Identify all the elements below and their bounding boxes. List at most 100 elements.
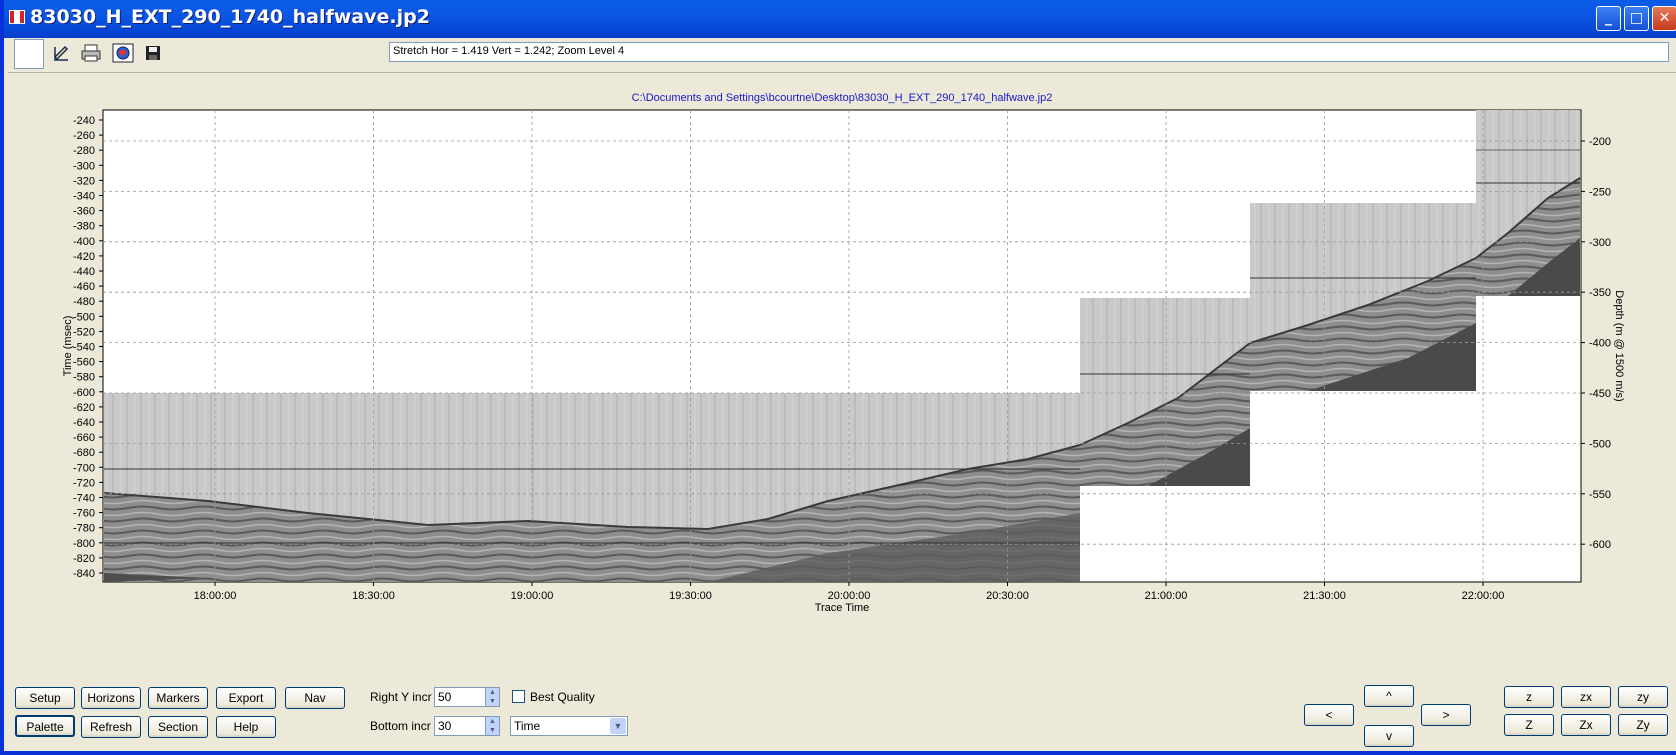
right-axis-label: Depth (m @ 1500 m/s) bbox=[1613, 290, 1625, 401]
nav-button[interactable]: Nav bbox=[285, 687, 345, 709]
plot-panel: C:\Documents and Settings\bcourtne\Deskt… bbox=[8, 72, 1676, 680]
refresh-button[interactable]: Refresh bbox=[81, 716, 141, 738]
right-tick-label: -450 bbox=[1589, 388, 1611, 400]
right-tick-label: -250 bbox=[1589, 186, 1611, 198]
left-tick-label: -740 bbox=[73, 493, 95, 505]
bottom-incr-input[interactable]: 30 ▲ ▼ bbox=[434, 716, 500, 736]
zoom-status-field: Stretch Hor = 1.419 Vert = 1.242; Zoom L… bbox=[389, 42, 1669, 62]
bottom-incr-value: 30 bbox=[438, 719, 452, 733]
axis-mode-select[interactable]: Time ▼ bbox=[510, 716, 628, 736]
left-tick-label: -260 bbox=[73, 130, 95, 142]
left-tick-label: -440 bbox=[73, 266, 95, 278]
left-tick-label: -620 bbox=[73, 402, 95, 414]
left-tick-label: -340 bbox=[73, 191, 95, 203]
left-tick-label: -280 bbox=[73, 145, 95, 157]
left-tick-label: -360 bbox=[73, 206, 95, 218]
left-axis-label: Time (msec) bbox=[62, 316, 74, 377]
bottom-tick-label: 20:00:00 bbox=[828, 590, 871, 602]
bottom-axis-label: Trace Time bbox=[815, 602, 870, 614]
title-bar[interactable]: 83030_H_EXT_290_1740_halfwave.jp2 _ □ ✕ bbox=[4, 0, 1676, 38]
left-tick-label: -580 bbox=[73, 372, 95, 384]
chevron-down-icon[interactable]: ▼ bbox=[610, 718, 626, 734]
left-tick-label: -540 bbox=[73, 342, 95, 354]
right-y-incr-label: Right Y incr bbox=[370, 690, 432, 704]
left-tick-label: -760 bbox=[73, 508, 95, 520]
left-tick-label: -320 bbox=[73, 175, 95, 187]
nav-right-button[interactable]: > bbox=[1421, 704, 1471, 726]
left-tick-label: -820 bbox=[73, 553, 95, 565]
left-tick-label: -800 bbox=[73, 538, 95, 550]
section-button[interactable]: Section bbox=[148, 716, 208, 738]
left-tick-label: -840 bbox=[73, 568, 95, 580]
left-tick-label: -560 bbox=[73, 357, 95, 369]
markers-button[interactable]: Markers bbox=[148, 687, 208, 709]
best-quality-label: Best Quality bbox=[530, 690, 595, 704]
left-tick-label: -300 bbox=[73, 160, 95, 172]
edit-icon[interactable] bbox=[50, 43, 72, 63]
left-tick-label: -640 bbox=[73, 417, 95, 429]
left-tick-label: -680 bbox=[73, 447, 95, 459]
close-button[interactable]: ✕ bbox=[1652, 6, 1676, 31]
file-path-label: C:\Documents and Settings\bcourtne\Deskt… bbox=[632, 92, 1053, 104]
zoom-out-x-button[interactable]: Zx bbox=[1561, 714, 1611, 736]
spinner-arrows-icon[interactable]: ▲ ▼ bbox=[485, 688, 499, 706]
bottom-tick-label: 19:00:00 bbox=[511, 590, 554, 602]
application-window: 83030_H_EXT_290_1740_halfwave.jp2 _ □ ✕ … bbox=[0, 0, 1676, 755]
right-tick-label: -600 bbox=[1589, 539, 1611, 551]
left-axis-ticks: -240 -260 -280 -300 -320 -340 -360 -380 -400 -420… bbox=[73, 115, 103, 580]
save-icon[interactable] bbox=[142, 43, 164, 63]
color-swatch[interactable] bbox=[14, 39, 44, 69]
right-tick-label: -200 bbox=[1589, 136, 1611, 148]
horizons-button[interactable]: Horizons bbox=[81, 687, 141, 709]
palette-button[interactable]: Palette bbox=[15, 715, 75, 737]
bottom-incr-label: Bottom incr bbox=[370, 719, 431, 733]
bottom-axis-ticks: 18:00:00 18:30:00 19:00:00 19:30:00 20:00:00… bbox=[194, 582, 1505, 602]
zoom-in-button[interactable]: z bbox=[1504, 686, 1554, 708]
zoom-out-button[interactable]: Z bbox=[1504, 714, 1554, 736]
bottom-tick-label: 18:00:00 bbox=[194, 590, 237, 602]
export-button[interactable]: Export bbox=[216, 687, 276, 709]
left-tick-label: -700 bbox=[73, 462, 95, 474]
seismic-profile-plot[interactable]: C:\Documents and Settings\bcourtne\Deskt… bbox=[8, 73, 1676, 681]
left-tick-label: -420 bbox=[73, 251, 95, 263]
right-tick-label: -300 bbox=[1589, 237, 1611, 249]
right-tick-label: -400 bbox=[1589, 338, 1611, 350]
bottom-tick-label: 22:00:00 bbox=[1462, 590, 1505, 602]
left-tick-label: -480 bbox=[73, 296, 95, 308]
bottom-tick-label: 21:00:00 bbox=[1145, 590, 1188, 602]
zoom-in-y-button[interactable]: zy bbox=[1618, 686, 1668, 708]
right-tick-label: -550 bbox=[1589, 489, 1611, 501]
bottom-tick-label: 20:30:00 bbox=[986, 590, 1029, 602]
best-quality-checkbox[interactable] bbox=[512, 690, 525, 703]
app-icon bbox=[9, 10, 25, 24]
control-panel: Setup Horizons Markers Export Nav Palett… bbox=[8, 680, 1676, 751]
left-tick-label: -520 bbox=[73, 326, 95, 338]
left-tick-label: -720 bbox=[73, 477, 95, 489]
left-tick-label: -600 bbox=[73, 387, 95, 399]
left-tick-label: -780 bbox=[73, 523, 95, 535]
zoom-out-y-button[interactable]: Zy bbox=[1618, 714, 1668, 736]
right-y-incr-value: 50 bbox=[438, 690, 452, 704]
right-tick-label: -350 bbox=[1589, 287, 1611, 299]
spinner-arrows-icon[interactable]: ▲ ▼ bbox=[485, 717, 499, 735]
toolbar: Stretch Hor = 1.419 Vert = 1.242; Zoom L… bbox=[8, 38, 1676, 72]
nav-down-button[interactable]: v bbox=[1364, 725, 1414, 747]
left-tick-label: -660 bbox=[73, 432, 95, 444]
maximize-button[interactable]: □ bbox=[1624, 6, 1649, 31]
setup-button[interactable]: Setup bbox=[15, 687, 75, 709]
nav-up-button[interactable]: ^ bbox=[1364, 685, 1414, 707]
print-icon[interactable] bbox=[80, 43, 102, 63]
bottom-tick-label: 21:30:00 bbox=[1303, 590, 1346, 602]
bottom-tick-label: 18:30:00 bbox=[352, 590, 395, 602]
window-title: 83030_H_EXT_290_1740_halfwave.jp2 bbox=[30, 6, 430, 28]
right-tick-label: -500 bbox=[1589, 438, 1611, 450]
right-y-incr-input[interactable]: 50 ▲ ▼ bbox=[434, 687, 500, 707]
left-tick-label: -380 bbox=[73, 221, 95, 233]
globe-icon[interactable] bbox=[112, 43, 134, 63]
minimize-button[interactable]: _ bbox=[1596, 6, 1621, 31]
nav-left-button[interactable]: < bbox=[1304, 704, 1354, 726]
zoom-in-x-button[interactable]: zx bbox=[1561, 686, 1611, 708]
bottom-tick-label: 19:30:00 bbox=[669, 590, 712, 602]
help-button[interactable]: Help bbox=[216, 716, 276, 738]
left-tick-label: -500 bbox=[73, 311, 95, 323]
